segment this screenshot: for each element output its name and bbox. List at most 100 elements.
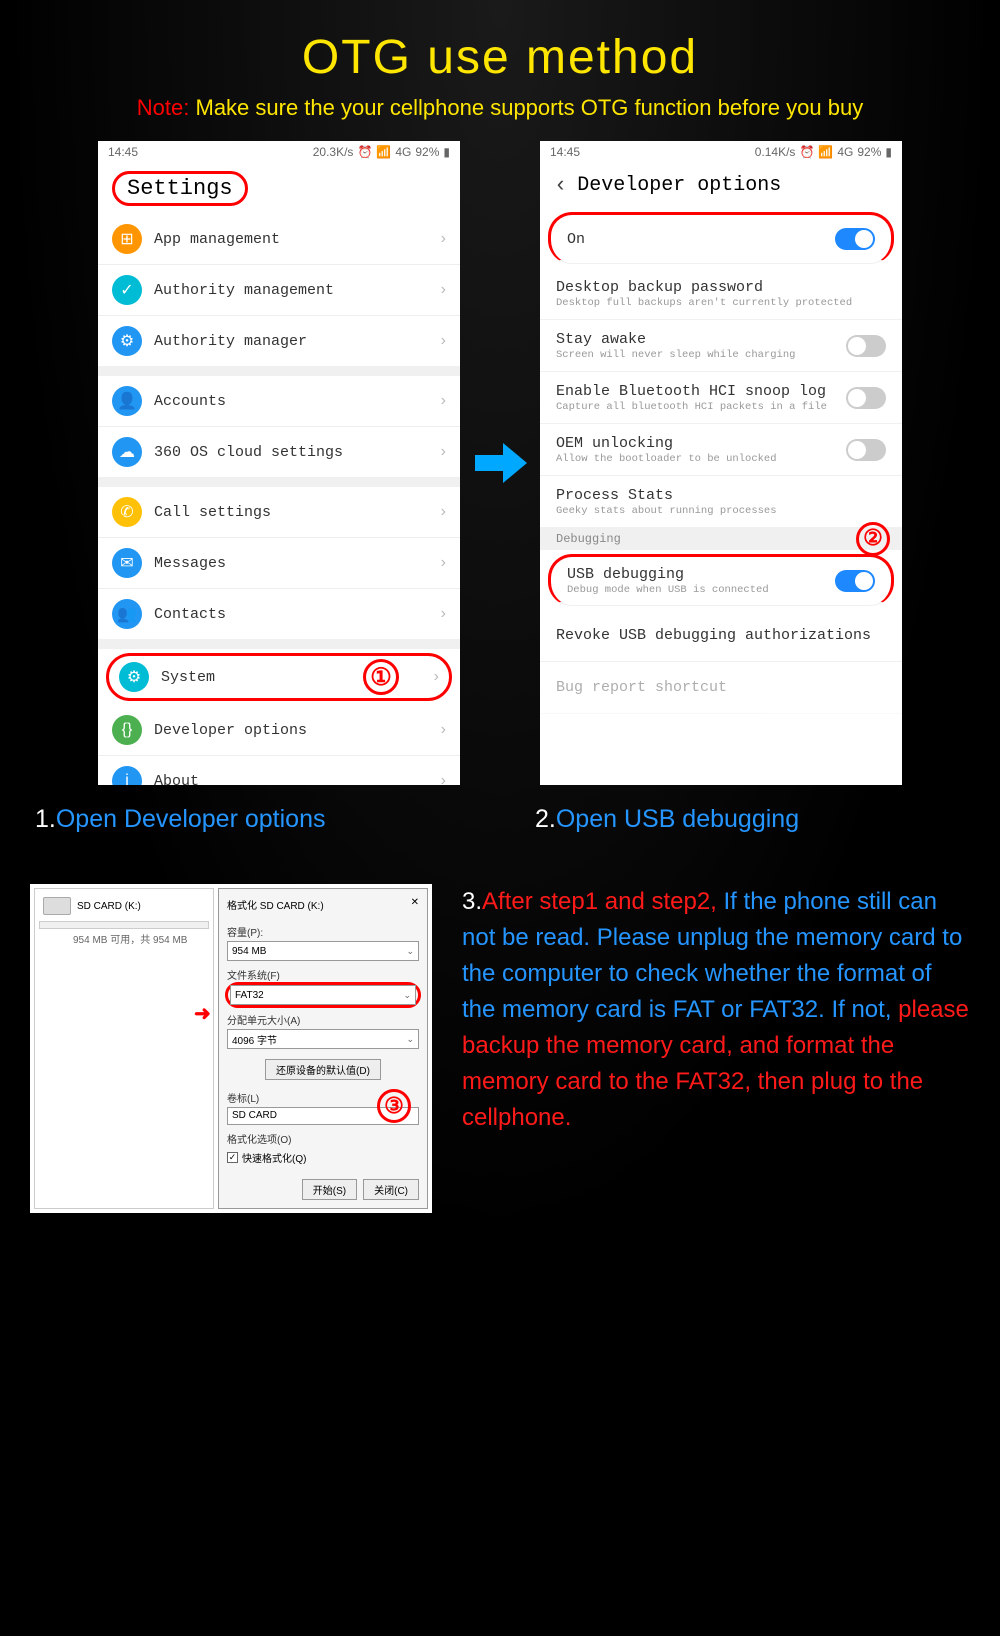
status-speed: 20.3K/s	[313, 145, 354, 159]
step-badge-1: ①	[363, 659, 399, 695]
chevron-right-icon: ›	[441, 281, 446, 299]
settings-item[interactable]: ⊞App management›	[98, 214, 460, 265]
settings-item[interactable]: ✓Authority management›	[98, 265, 460, 316]
usb-debugging-row[interactable]: USB debugging Debug mode when USB is con…	[548, 554, 894, 606]
back-icon[interactable]: ‹	[554, 173, 567, 198]
settings-item[interactable]: ⚙Authority manager›	[98, 316, 460, 366]
dev-title: OEM unlocking	[556, 435, 846, 452]
restore-defaults-button[interactable]: 还原设备的默认值(D)	[265, 1059, 381, 1080]
item-label: Contacts	[154, 606, 441, 623]
dev-subtitle: Allow the bootloader to be unlocked	[556, 453, 846, 465]
chevron-right-icon: ›	[441, 554, 446, 572]
capacity-value: 954 MB	[232, 946, 266, 957]
close-icon[interactable]: ✕	[411, 897, 419, 912]
item-icon: ⚙	[112, 326, 142, 356]
alloc-value: 4096 字节	[232, 1032, 277, 1047]
arrow-icon	[475, 443, 525, 483]
dev-option-row[interactable]: OEM unlockingAllow the bootloader to be …	[540, 424, 902, 476]
item-label: Call settings	[154, 504, 441, 521]
dev-option-row[interactable]: Process StatsGeeky stats about running p…	[540, 476, 902, 528]
start-button[interactable]: 开始(S)	[302, 1179, 357, 1200]
note-text: Make sure the your cellphone supports OT…	[189, 95, 863, 120]
settings-item[interactable]: ⚙System①›	[106, 653, 452, 701]
drive-info: 954 MB 可用，共 954 MB	[39, 931, 209, 946]
item-label: About	[154, 773, 441, 786]
options-label: 格式化选项(O)	[227, 1131, 419, 1146]
bugreport-title: Bug report shortcut	[556, 679, 886, 696]
item-icon: {}	[112, 715, 142, 745]
master-toggle-row[interactable]: On	[548, 212, 894, 264]
chevron-right-icon: ›	[434, 668, 439, 686]
debugging-label: Debugging	[556, 532, 621, 546]
item-label: Authority management	[154, 282, 441, 299]
filesystem-select[interactable]: FAT32 ⌄	[230, 985, 416, 1005]
status-net: 4G	[395, 145, 411, 159]
settings-item[interactable]: 👥Contacts›	[98, 589, 460, 639]
settings-item[interactable]: ☁360 OS cloud settings›	[98, 427, 460, 477]
chevron-right-icon: ›	[441, 503, 446, 521]
developer-header[interactable]: ‹ Developer options	[540, 163, 902, 208]
capacity-select[interactable]: 954 MB ⌄	[227, 941, 419, 961]
close-button[interactable]: 关闭(C)	[363, 1179, 419, 1200]
item-icon: ⚙	[119, 662, 149, 692]
chevron-down-icon: ⌄	[406, 946, 414, 957]
bugreport-row[interactable]: Bug report shortcut	[540, 662, 902, 714]
caption-1-num: 1.	[35, 805, 56, 833]
settings-item[interactable]: 👤 Accounts›	[98, 376, 460, 427]
alarm-icon: ⏰	[357, 145, 372, 159]
chevron-down-icon: ⌄	[406, 1034, 414, 1045]
item-icon: 👤	[112, 386, 142, 416]
caption-2: 2.Open USB debugging	[535, 805, 965, 834]
chevron-right-icon: ›	[441, 230, 446, 248]
toggle[interactable]	[846, 387, 886, 409]
drive-usage-bar	[39, 921, 209, 929]
step-badge-3: ③	[377, 1089, 411, 1123]
chevron-right-icon: ›	[441, 443, 446, 461]
status-net: 4G	[837, 145, 853, 159]
note-label: Note:	[137, 95, 190, 120]
explorer-pane: SD CARD (K:) 954 MB 可用，共 954 MB	[34, 888, 214, 1209]
dev-subtitle: Screen will never sleep while charging	[556, 349, 846, 361]
chevron-right-icon: ›	[441, 605, 446, 623]
settings-header: Settings	[98, 163, 460, 214]
item-label: Developer options	[154, 722, 441, 739]
item-label: App management	[154, 231, 441, 248]
item-label: Accounts	[154, 393, 441, 410]
filesystem-value: FAT32	[235, 990, 264, 1001]
chevron-right-icon: ›	[441, 392, 446, 410]
settings-item[interactable]: {}Developer options›	[98, 705, 460, 756]
dev-option-row[interactable]: Stay awakeScreen will never sleep while …	[540, 320, 902, 372]
settings-item[interactable]: iAbout›	[98, 756, 460, 785]
caption-2-num: 2.	[535, 805, 556, 833]
caption-2-text: Open USB debugging	[556, 805, 799, 833]
usb-debugging-toggle[interactable]	[835, 570, 875, 592]
revoke-row[interactable]: Revoke USB debugging authorizations	[540, 610, 902, 662]
drive-icon	[43, 897, 71, 915]
settings-title-highlighted: Settings	[112, 171, 248, 206]
dev-option-row[interactable]: Enable Bluetooth HCI snoop logCapture al…	[540, 372, 902, 424]
dev-title: Process Stats	[556, 487, 886, 504]
phone-developer-options: 14:45 0.14K/s ⏰ 📶 4G 92% ▮ ‹ Developer o…	[540, 141, 902, 785]
settings-item[interactable]: ✆Call settings›	[98, 487, 460, 538]
drive-name: SD CARD (K:)	[77, 901, 141, 912]
quick-format-checkbox[interactable]: ✓	[227, 1152, 238, 1163]
dev-option-row[interactable]: Desktop backup passwordDesktop full back…	[540, 268, 902, 320]
toggle[interactable]	[846, 335, 886, 357]
settings-item[interactable]: ✉Messages›	[98, 538, 460, 589]
capacity-label: 容量(P):	[227, 924, 419, 939]
status-battery: 92%	[857, 145, 881, 159]
toggle[interactable]	[846, 439, 886, 461]
dev-subtitle: Geeky stats about running processes	[556, 505, 886, 517]
alloc-select[interactable]: 4096 字节 ⌄	[227, 1029, 419, 1049]
pointer-arrow-icon: ➜	[194, 1001, 211, 1026]
dialog-title: 格式化 SD CARD (K:)	[227, 897, 324, 912]
header-title: Developer options	[577, 174, 781, 197]
dev-subtitle: Capture all bluetooth HCI packets in a f…	[556, 401, 846, 413]
phone-settings: 14:45 20.3K/s ⏰ 📶 4G 92% ▮ Settings ⊞App…	[98, 141, 460, 785]
revoke-title: Revoke USB debugging authorizations	[556, 627, 886, 644]
master-toggle[interactable]	[835, 228, 875, 250]
format-dialog: 格式化 SD CARD (K:) ✕ 容量(P): 954 MB⌄ 文件系统(F…	[218, 888, 428, 1209]
item-label: Authority manager	[154, 333, 441, 350]
dev-subtitle: Desktop full backups aren't currently pr…	[556, 297, 886, 309]
chevron-down-icon: ⌄	[403, 990, 411, 1001]
